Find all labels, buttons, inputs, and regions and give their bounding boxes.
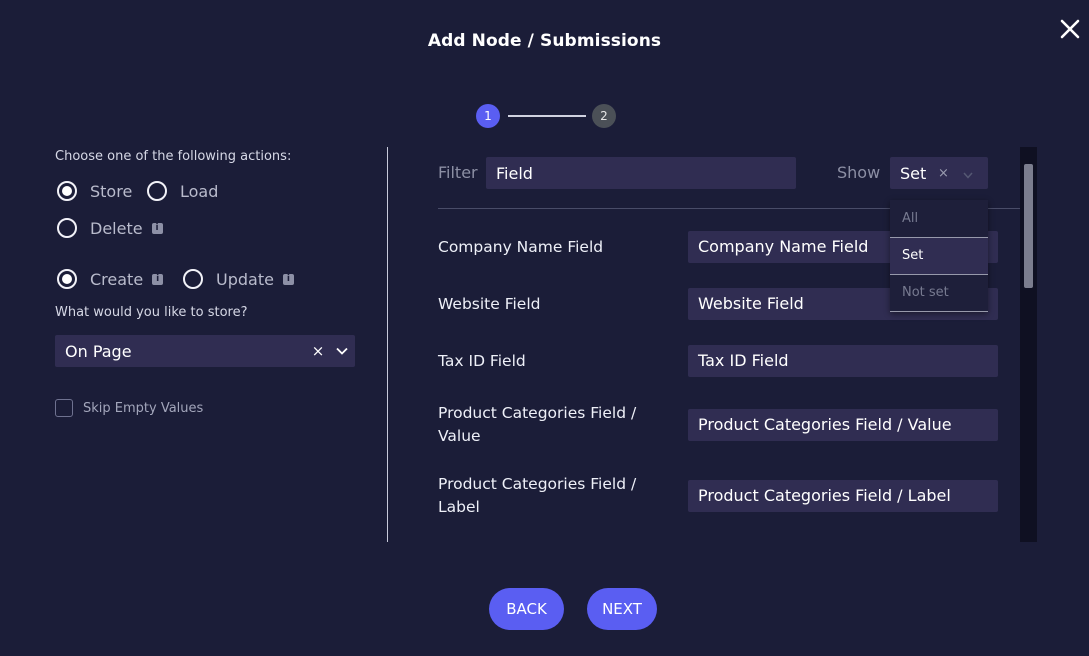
scrollbar-thumb[interactable] [1024,164,1033,288]
radio-store-circle[interactable] [57,181,77,201]
field-label-tax-id: Tax ID Field [438,352,526,370]
radio-create[interactable]: Create i [57,269,164,289]
store-select-value: On Page [65,341,132,361]
field-label-product-categories-label: Product Categories Field / Label [438,475,637,516]
radio-delete[interactable]: Delete i [57,218,163,238]
radio-store-label: Store [90,181,133,201]
clear-icon[interactable]: × [307,342,329,360]
radio-load-circle[interactable] [147,181,167,201]
field-input-product-categories-label[interactable]: Product Categories Field / Label [688,480,998,512]
filter-input[interactable] [486,157,796,189]
info-icon[interactable]: i [152,273,164,285]
chevron-down-icon[interactable] [963,164,973,183]
radio-create-label: Create [90,269,144,289]
step-1-indicator: 1 [476,104,500,128]
panel-divider [387,147,388,542]
close-icon[interactable] [1058,17,1082,41]
chevron-down-icon[interactable] [329,347,355,355]
radio-store[interactable]: Store [57,181,132,201]
dropdown-separator [890,237,988,238]
skip-empty-checkbox-row[interactable]: Skip Empty Values [55,399,203,417]
dropdown-separator [890,311,988,312]
dropdown-option-all[interactable]: All [890,200,988,237]
skip-empty-checkbox[interactable] [55,399,73,417]
store-select[interactable]: On Page × [55,335,355,367]
radio-load[interactable]: Load [147,181,218,201]
radio-create-circle[interactable] [57,269,77,289]
add-node-modal: Add Node / Submissions 1 2 Choose one of… [0,0,1089,656]
next-button[interactable]: NEXT [587,588,657,630]
radio-delete-circle[interactable] [57,218,77,238]
radio-load-label: Load [180,181,219,201]
show-label: Show [837,163,881,182]
actions-label: Choose one of the following actions: [55,149,292,164]
step-2-indicator: 2 [592,104,616,128]
radio-update-circle[interactable] [183,269,203,289]
field-label-company-name: Company Name Field [438,238,604,256]
dropdown-option-set[interactable]: Set [890,237,988,274]
clear-icon[interactable]: × [938,166,949,181]
field-label-website: Website Field [438,295,541,313]
store-question-label: What would you like to store? [55,305,248,320]
field-input-product-categories-value[interactable]: Product Categories Field / Value [688,409,998,441]
field-input-tax-id[interactable]: Tax ID Field [688,345,998,377]
skip-empty-label: Skip Empty Values [83,400,204,416]
field-label-product-categories-value: Product Categories Field / Value [438,404,637,445]
info-icon[interactable]: i [282,273,294,285]
stepper-connector [508,115,586,117]
dropdown-option-not-set[interactable]: Not set [890,274,988,311]
show-dropdown-menu: All Set Not set [890,200,988,312]
radio-update[interactable]: Update i [183,269,294,289]
back-button[interactable]: BACK [489,588,564,630]
show-select-value: Set [900,163,927,183]
info-icon[interactable]: i [151,222,163,234]
show-select[interactable]: Set × [890,157,988,189]
radio-update-label: Update [216,269,274,289]
filter-label: Filter [438,163,478,182]
page-title: Add Node / Submissions [427,31,662,51]
radio-delete-label: Delete [90,218,143,238]
